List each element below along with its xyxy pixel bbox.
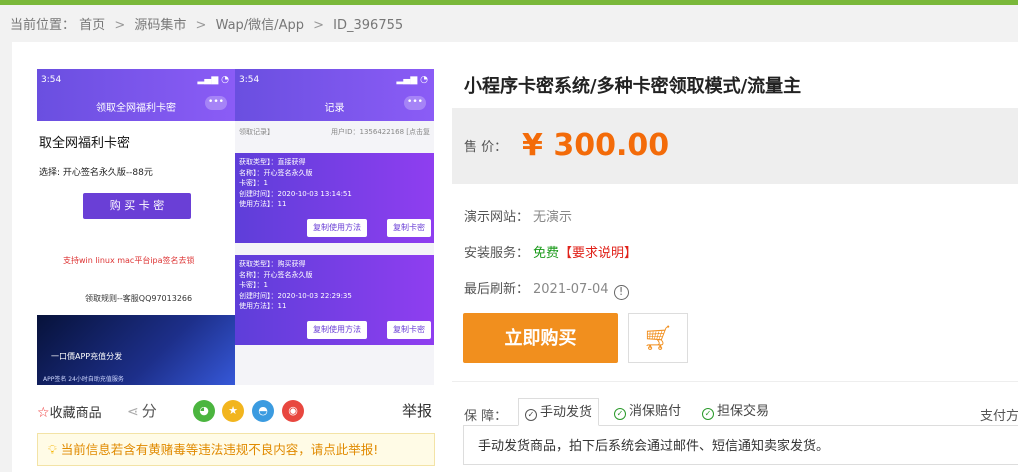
breadcrumb-market[interactable]: 源码集市 [134, 18, 186, 33]
breadcrumb-prefix: 当前位置： [10, 18, 76, 33]
product-title: 小程序卡密系统/多种卡密领取模式/流量主 [464, 76, 802, 97]
phone-support-text: 支持win linux mac平台ipa签名去锁 [63, 256, 195, 265]
phone-contact-text: 领取规则--客服QQ97013266 [85, 294, 193, 303]
record-line: 卡密】：1 [239, 281, 268, 289]
record-line: 使用方法】：11 [239, 200, 287, 208]
favorite-label: 收藏商品 [49, 406, 102, 421]
breadcrumb-home[interactable]: 首页 [79, 18, 105, 33]
qzone-icon[interactable]: ★ [222, 400, 244, 422]
buy-now-button[interactable]: 立即购买 [463, 313, 618, 363]
wechat-icon[interactable]: ◕ [193, 400, 215, 422]
tab-label: 手动发货 [540, 405, 593, 420]
breadcrumb-separator: > [195, 18, 207, 33]
phone-buy-button: 购 买 卡 密 [83, 193, 191, 219]
install-value: 免费 [533, 246, 560, 261]
demo-row: 演示网站： 无演示 [464, 206, 572, 225]
report-notice[interactable]: 💡︎ 当前信息若含有黄赌毒等违法违规不良内容，请点此举报! [37, 433, 435, 466]
copy-code-button: 复制卡密 [387, 219, 431, 237]
product-price: ¥ 300.00 [522, 128, 670, 163]
weibo-icon[interactable]: ◉ [282, 400, 304, 422]
record-line: 名称】：开心签名永久版 [239, 270, 313, 279]
report-button[interactable]: 举报 [402, 400, 432, 421]
copy-usage-button: 复制使用方法 [307, 321, 367, 339]
phone-banner-subtitle: APP签名 24小时自助充值服务 [43, 376, 124, 383]
demo-value: 无演示 [533, 210, 573, 225]
signal-icon: ▂▄▆ ◔ [396, 75, 428, 85]
record-user-id: 用户ID：1356422168 [点击复 领取记录】 [235, 127, 434, 137]
refresh-date: 2021-07-04 [533, 282, 609, 297]
tab-label: 担保交易 [717, 404, 770, 419]
qq-icon[interactable]: ◓ [252, 400, 274, 422]
add-to-cart-button[interactable]: 🛒︎ [628, 313, 688, 363]
lightbulb-icon: 💡︎ [48, 442, 57, 457]
cart-icon: 🛒︎ [642, 324, 674, 352]
more-icon: ••• [404, 96, 426, 110]
check-icon: ✓ [525, 409, 537, 421]
breadcrumb-category[interactable]: Wap/微信/App [216, 18, 304, 33]
top-accent-bar [0, 0, 1018, 5]
demo-label: 演示网站： [464, 210, 530, 225]
record-line: 创建时间】：2020-10-03 22:29:35 [239, 291, 352, 300]
check-icon: ✓ [702, 408, 714, 420]
phone-page-title: 取全网福利卡密 [39, 136, 131, 151]
phone-time: 3:54 [239, 75, 260, 85]
breadcrumb-separator: > [313, 18, 325, 33]
signal-icon: ▂▄▆ ◔ [197, 75, 229, 85]
payment-label: 支付方 [980, 409, 1018, 424]
copy-code-button: 复制卡密 [387, 321, 431, 339]
breadcrumb-separator: > [114, 18, 126, 33]
record-card: 获取类型】：购买获得 名称】：开心签名永久版 卡密】：1 创建时间】：2020-… [235, 255, 434, 345]
record-line: 使用方法】：11 [239, 302, 287, 310]
record-title: 领取记录】 [239, 128, 274, 136]
price-label: 售 价： [464, 140, 508, 155]
check-icon: ✓ [614, 408, 626, 420]
tab-consumer-protection[interactable]: ✓ 消保赔付 [608, 398, 687, 426]
guarantee-description: 手动发货商品，拍下后系统会通过邮件、短信通知卖家发货。 [463, 425, 1018, 465]
install-label: 安装服务： [464, 246, 530, 261]
record-line: 名称】：开心签名永久版 [239, 168, 313, 177]
copy-usage-button: 复制使用方法 [307, 219, 367, 237]
record-line: 获取类型】：直接获得 [239, 158, 306, 166]
record-line: 创建时间】：2020-10-03 13:14:51 [239, 189, 352, 198]
record-user-id-value: 用户ID：1356422168 [点击复 [331, 128, 430, 136]
breadcrumb-current: ID_396755 [333, 18, 404, 33]
phone-time: 3:54 [41, 75, 62, 85]
notice-text: 当前信息若含有黄赌毒等违法违规不良内容，请点此举报! [60, 442, 379, 457]
phone-pick-text: 选择: 开心签名永久版--88元 [39, 168, 153, 178]
preview-phone-left: 3:54 ▂▄▆ ◔ 领取全网福利卡密 ••• 取全网福利卡密 选择: 开心签名… [37, 69, 235, 385]
guarantee-label: 保 障： [464, 409, 508, 424]
tab-escrow[interactable]: ✓ 担保交易 [696, 398, 775, 426]
breadcrumb: 当前位置： 首页 > 源码集市 > Wap/微信/App > ID_396755 [10, 14, 403, 33]
phone-header: 3:54 ▂▄▆ ◔ 领取全网福利卡密 ••• [37, 69, 235, 121]
info-icon[interactable]: ! [613, 285, 629, 300]
divider [452, 381, 1018, 382]
favorite-button[interactable]: ☆收藏商品 [37, 402, 102, 421]
more-icon: ••• [205, 96, 227, 110]
star-icon: ☆ [37, 405, 50, 421]
record-line: 获取类型】：购买获得 [239, 260, 306, 268]
install-requirements-link[interactable]: 【要求说明】 [559, 246, 637, 261]
tab-label: 消保赔付 [629, 404, 682, 419]
tab-manual-delivery[interactable]: ✓ 手动发货 [518, 398, 600, 426]
share-label: 分 [141, 402, 157, 420]
share-icon: ⋖ [127, 404, 139, 420]
phone-header: 3:54 ▂▄▆ ◔ 记录 ••• [235, 69, 434, 121]
record-line: 卡密】：1 [239, 179, 268, 187]
record-card: 获取类型】：直接获得 名称】：开心签名永久版 卡密】：1 创建时间】：2020-… [235, 153, 434, 243]
preview-phone-right: 3:54 ▂▄▆ ◔ 记录 ••• 用户ID：1356422168 [点击复 领… [235, 69, 434, 385]
product-preview-image[interactable]: 3:54 ▂▄▆ ◔ 领取全网福利卡密 ••• 取全网福利卡密 选择: 开心签名… [37, 69, 434, 385]
refresh-label: 最后刷新： [464, 282, 530, 297]
phone-banner-title: 一口價APP充值分发 [51, 352, 123, 361]
share-button[interactable]: ⋖ 分 [127, 400, 157, 421]
install-row: 安装服务： 免费【要求说明】 [464, 242, 637, 261]
refresh-row: 最后刷新： 2021-07-04! [464, 278, 629, 300]
